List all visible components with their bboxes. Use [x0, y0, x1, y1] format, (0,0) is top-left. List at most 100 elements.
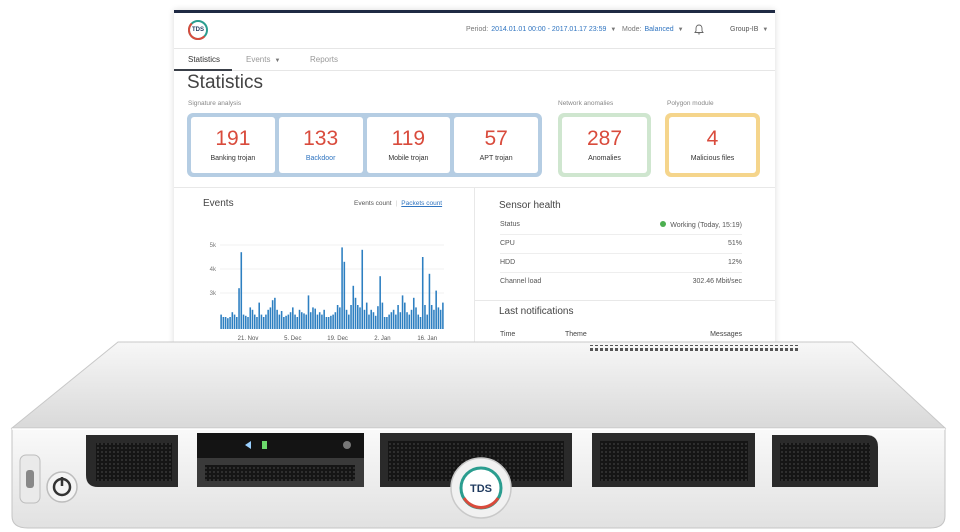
- events-count-option[interactable]: Events count: [354, 200, 392, 207]
- packets-count-option[interactable]: Packets count: [401, 200, 442, 207]
- chart-bar[interactable]: [289, 312, 292, 329]
- chart-bar[interactable]: [379, 276, 381, 329]
- chart-bar[interactable]: [352, 285, 355, 329]
- chart-bar[interactable]: [343, 261, 346, 329]
- chart-bar[interactable]: [406, 312, 408, 329]
- chart-bar[interactable]: [262, 317, 265, 329]
- chart-bar[interactable]: [321, 314, 323, 329]
- stat-card-anomalies[interactable]: 287 Anomalies: [562, 117, 647, 173]
- chart-bar[interactable]: [361, 249, 364, 329]
- chart-bar[interactable]: [256, 317, 258, 329]
- chart-bar[interactable]: [370, 309, 372, 329]
- chart-bar[interactable]: [397, 305, 399, 329]
- chart-bar[interactable]: [244, 315, 247, 329]
- chart-bar[interactable]: [247, 317, 249, 329]
- chart-bar[interactable]: [287, 314, 290, 329]
- chart-bar[interactable]: [435, 290, 437, 329]
- chart-bar[interactable]: [296, 317, 299, 329]
- chart-bar[interactable]: [312, 307, 314, 329]
- chart-bar[interactable]: [267, 309, 269, 329]
- chart-bar[interactable]: [276, 309, 278, 329]
- chart-bar[interactable]: [330, 315, 332, 329]
- chart-bar[interactable]: [412, 297, 415, 329]
- chart-bar[interactable]: [253, 314, 256, 329]
- chart-bar[interactable]: [236, 317, 238, 329]
- chart-bar[interactable]: [392, 309, 395, 329]
- chart-bar[interactable]: [238, 288, 240, 329]
- chart-bar[interactable]: [415, 307, 417, 329]
- tab-events[interactable]: Events ▼: [246, 55, 280, 64]
- chart-bar[interactable]: [417, 314, 420, 329]
- tab-statistics[interactable]: Statistics: [188, 55, 220, 64]
- stat-card-backdoor[interactable]: 133 Backdoor: [278, 117, 363, 173]
- chart-bar[interactable]: [388, 314, 390, 329]
- chart-bar[interactable]: [222, 317, 225, 329]
- chart-bar[interactable]: [365, 302, 368, 329]
- chart-bar[interactable]: [439, 309, 442, 329]
- chart-bar[interactable]: [377, 306, 379, 329]
- stat-card-mobile-trojan[interactable]: 119 Mobile trojan: [366, 117, 451, 173]
- chart-bar[interactable]: [249, 307, 252, 329]
- tds-logo[interactable]: TDS: [188, 20, 208, 40]
- chart-bar[interactable]: [305, 314, 308, 329]
- chart-bar[interactable]: [350, 305, 352, 329]
- chart-bar[interactable]: [374, 315, 377, 329]
- chart-bar[interactable]: [300, 312, 303, 329]
- chart-bar[interactable]: [292, 307, 294, 329]
- chart-bar[interactable]: [437, 307, 440, 329]
- chart-bar[interactable]: [424, 305, 426, 329]
- chart-bar[interactable]: [251, 309, 254, 329]
- period-selector[interactable]: Period: 2014.01.01 00:00 - 2017.01.17 23:…: [466, 26, 616, 33]
- chart-bar[interactable]: [327, 317, 330, 329]
- chart-bar[interactable]: [283, 317, 285, 329]
- chart-bar[interactable]: [345, 309, 348, 329]
- chart-bar[interactable]: [220, 314, 222, 329]
- chart-bar[interactable]: [410, 309, 413, 329]
- chart-bar[interactable]: [419, 317, 422, 329]
- chart-bar[interactable]: [426, 314, 428, 329]
- chart-bar[interactable]: [303, 313, 305, 329]
- stat-card-banking-trojan[interactable]: 191 Banking trojan: [191, 117, 275, 173]
- chart-bar[interactable]: [316, 314, 319, 329]
- chart-bar[interactable]: [386, 317, 388, 329]
- chart-bar[interactable]: [318, 312, 321, 329]
- chart-bar[interactable]: [428, 273, 431, 329]
- chart-bar[interactable]: [356, 305, 359, 329]
- chart-bar[interactable]: [368, 314, 370, 329]
- chart-bar[interactable]: [325, 317, 328, 329]
- chart-bar[interactable]: [336, 305, 339, 329]
- chart-bar[interactable]: [265, 314, 267, 329]
- chart-bar[interactable]: [390, 312, 393, 329]
- chart-bar[interactable]: [242, 314, 245, 329]
- chart-bar[interactable]: [278, 314, 281, 329]
- chart-bar[interactable]: [224, 317, 227, 329]
- group-selector[interactable]: Group-IB ▼: [730, 26, 768, 33]
- stat-card-malicious-files[interactable]: 4 Malicious files: [669, 117, 756, 173]
- chart-bar[interactable]: [395, 314, 397, 329]
- chart-bar[interactable]: [372, 312, 375, 329]
- chart-bar[interactable]: [271, 300, 274, 329]
- chart-bar[interactable]: [408, 314, 411, 329]
- bell-icon[interactable]: [694, 24, 704, 35]
- chart-bar[interactable]: [227, 318, 229, 329]
- chart-bar[interactable]: [354, 297, 357, 329]
- chart-bar[interactable]: [339, 307, 341, 329]
- chart-bar[interactable]: [433, 309, 435, 329]
- chart-bar[interactable]: [294, 314, 296, 329]
- chart-bar[interactable]: [233, 314, 236, 329]
- stat-card-apt-trojan[interactable]: 57 APT trojan: [454, 117, 538, 173]
- chart-bar[interactable]: [307, 295, 310, 329]
- chart-bar[interactable]: [421, 257, 424, 329]
- chart-bar[interactable]: [285, 315, 287, 329]
- stat-label-link[interactable]: Backdoor: [306, 155, 336, 162]
- chart-bar[interactable]: [348, 314, 350, 329]
- chart-bar[interactable]: [332, 314, 334, 329]
- chart-bar[interactable]: [399, 312, 402, 329]
- chart-bar[interactable]: [274, 297, 276, 329]
- chart-bar[interactable]: [363, 309, 366, 329]
- chart-bar[interactable]: [314, 308, 316, 329]
- mode-selector[interactable]: Mode: Balanced ▼: [622, 26, 684, 33]
- chart-bar[interactable]: [280, 311, 283, 329]
- chart-bar[interactable]: [258, 302, 260, 329]
- chart-bar[interactable]: [298, 309, 301, 329]
